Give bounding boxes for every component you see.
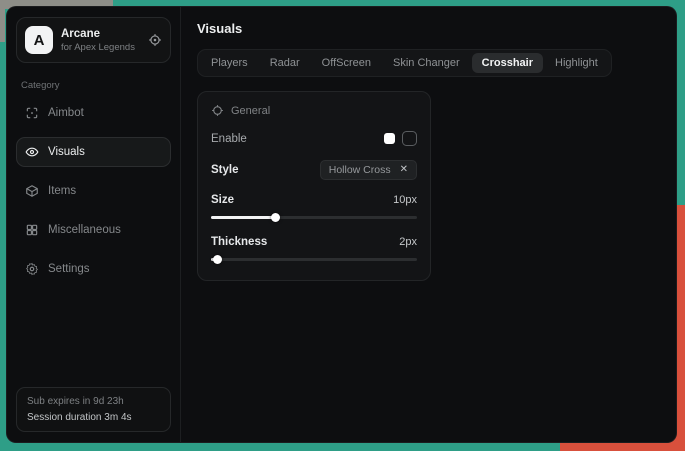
session-duration-text: Session duration 3m 4s (27, 412, 160, 423)
thickness-row: Thickness 2px (211, 236, 417, 248)
sidebar-item-label: Settings (48, 263, 90, 275)
slider-fill (211, 216, 275, 219)
sidebar-item-label: Aimbot (48, 107, 84, 119)
tab-radar[interactable]: Radar (260, 53, 310, 73)
style-select[interactable]: Hollow Cross ✕ (320, 160, 417, 180)
style-row: Style Hollow Cross ✕ (211, 160, 417, 180)
sub-expiry-text: Sub expires in 9d 23h (27, 396, 160, 407)
sidebar: A Arcane for Apex Legends Category (7, 7, 181, 442)
general-panel: General Enable Style Hollow Cross ✕ (197, 91, 431, 281)
thickness-value: 2px (399, 236, 417, 248)
app-title: Arcane (61, 28, 135, 40)
app-subtitle: for Apex Legends (61, 42, 135, 53)
visuals-tabbar: Players Radar OffScreen Skin Changer Cro… (197, 49, 612, 77)
brand-text: Arcane for Apex Legends (61, 28, 135, 53)
tab-players[interactable]: Players (201, 53, 258, 73)
sidebar-item-label: Items (48, 185, 76, 197)
size-slider[interactable] (211, 213, 417, 222)
size-row: Size 10px (211, 194, 417, 206)
thickness-label: Thickness (211, 236, 267, 248)
box-icon (25, 184, 39, 198)
size-label: Size (211, 194, 234, 206)
size-value: 10px (393, 194, 417, 206)
gear-icon (25, 262, 39, 276)
background-grey-patch (0, 0, 5, 42)
app-logo: A (25, 26, 53, 54)
thickness-slider[interactable] (211, 255, 417, 264)
panel-title: General (231, 105, 270, 117)
brand-card: A Arcane for Apex Legends (16, 17, 171, 63)
tab-highlight[interactable]: Highlight (545, 53, 608, 73)
main-content: Visuals Players Radar OffScreen Skin Cha… (181, 7, 676, 442)
sidebar-item-label: Miscellaneous (48, 224, 121, 236)
sidebar-item-settings[interactable]: Settings (16, 254, 171, 284)
slider-track (211, 258, 417, 261)
tab-crosshair[interactable]: Crosshair (472, 53, 543, 73)
sidebar-item-miscellaneous[interactable]: Miscellaneous (16, 215, 171, 245)
sidebar-item-items[interactable]: Items (16, 176, 171, 206)
color-swatch[interactable] (384, 133, 395, 144)
enable-label: Enable (211, 133, 247, 145)
target-icon[interactable] (148, 33, 162, 47)
enable-row: Enable (211, 131, 417, 146)
style-label: Style (211, 164, 239, 176)
slider-handle[interactable] (271, 213, 280, 222)
tab-offscreen[interactable]: OffScreen (312, 53, 381, 73)
clear-icon[interactable]: ✕ (400, 165, 408, 175)
panel-header: General (211, 104, 417, 117)
eye-icon (25, 145, 39, 159)
sidebar-item-label: Visuals (48, 146, 85, 158)
sidebar-item-visuals[interactable]: Visuals (16, 137, 171, 167)
slider-handle[interactable] (213, 255, 222, 264)
page-title: Visuals (197, 21, 660, 36)
tab-skin-changer[interactable]: Skin Changer (383, 53, 470, 73)
crosshair-scope-icon (211, 104, 224, 117)
sidebar-nav: Aimbot Visuals Items (16, 98, 171, 284)
sidebar-item-aimbot[interactable]: Aimbot (16, 98, 171, 128)
category-label: Category (21, 80, 166, 91)
style-selected-value: Hollow Cross (329, 164, 391, 176)
cheat-menu-window: A Arcane for Apex Legends Category (6, 6, 677, 443)
aimbot-scope-icon (25, 106, 39, 120)
subscription-info-card: Sub expires in 9d 23h Session duration 3… (16, 387, 171, 432)
grid-icon (25, 223, 39, 237)
enable-checkbox[interactable] (402, 131, 417, 146)
